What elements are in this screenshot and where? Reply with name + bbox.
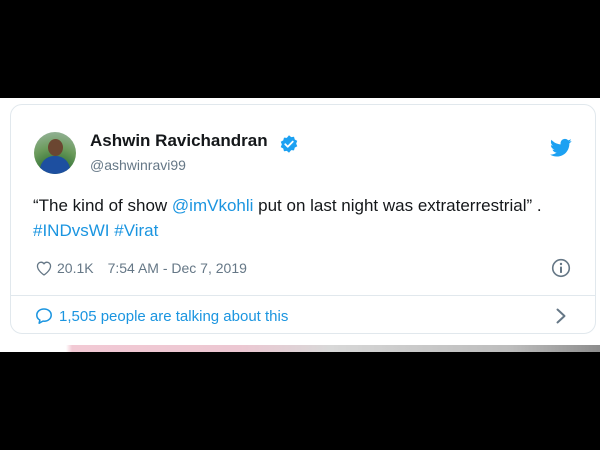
letterbox-bottom bbox=[0, 352, 600, 450]
tweet-text-part2: put on last night was extraterrestrial” … bbox=[253, 196, 542, 215]
tweet-text: “The kind of show @imVkohli put on last … bbox=[33, 193, 578, 243]
verified-badge-icon bbox=[280, 135, 298, 153]
author-handle[interactable]: @ashwinravi99 bbox=[90, 157, 186, 173]
talking-about-link[interactable]: 1,505 people are talking about this bbox=[35, 305, 288, 327]
hashtag-link[interactable]: #INDvsWI bbox=[33, 221, 110, 240]
tweet-card[interactable]: Ashwin Ravichandran @ashwinravi99 “The k… bbox=[10, 104, 596, 334]
tweet-text-part1: “The kind of show bbox=[33, 196, 172, 215]
tweet-meta: 20.1K 7:54 AM - Dec 7, 2019 bbox=[35, 258, 247, 278]
page-image-strip bbox=[0, 345, 600, 352]
chevron-right-icon[interactable] bbox=[554, 307, 568, 325]
mention-link[interactable]: @imVkohli bbox=[172, 196, 254, 215]
talking-about-label[interactable]: 1,505 people are talking about this bbox=[59, 308, 288, 325]
heart-icon[interactable] bbox=[35, 260, 53, 276]
avatar-head bbox=[48, 139, 63, 156]
tweet-timestamp[interactable]: 7:54 AM - Dec 7, 2019 bbox=[108, 260, 247, 276]
divider bbox=[11, 295, 595, 296]
letterbox-top bbox=[0, 0, 600, 98]
like-count[interactable]: 20.1K bbox=[57, 260, 94, 276]
author-name[interactable]: Ashwin Ravichandran bbox=[90, 131, 268, 151]
hashtag-link[interactable]: #Virat bbox=[114, 221, 158, 240]
avatar-shirt bbox=[40, 156, 70, 174]
info-icon[interactable] bbox=[551, 258, 571, 278]
speech-bubble-icon bbox=[36, 308, 52, 324]
twitter-bird-icon[interactable] bbox=[550, 138, 572, 158]
avatar[interactable] bbox=[34, 132, 76, 174]
